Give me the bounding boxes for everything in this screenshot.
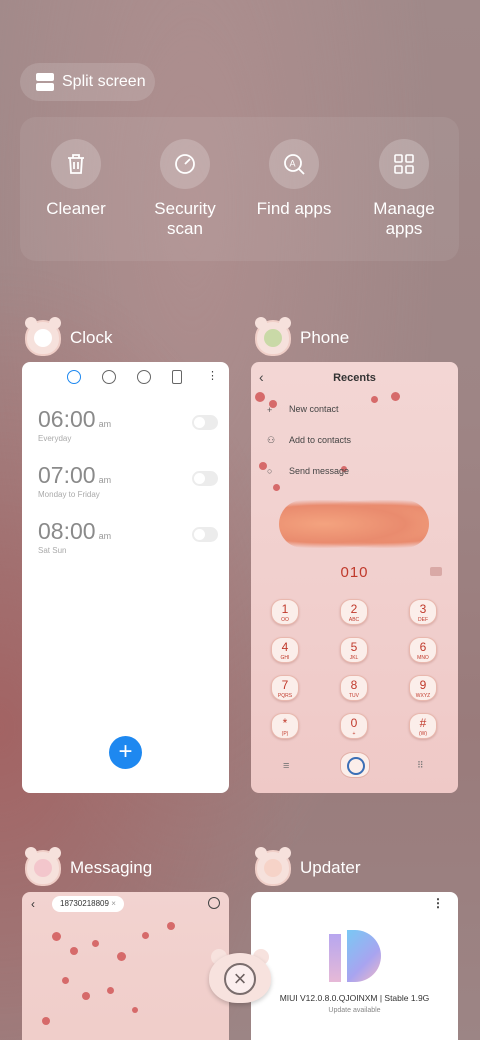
alarm-days: Monday to Friday xyxy=(38,490,100,499)
dial-key[interactable]: * (P) xyxy=(271,713,299,739)
dialpad-icon[interactable]: ⠿ xyxy=(417,760,424,771)
clock-app-name: Clock xyxy=(70,328,113,347)
close-icon: × xyxy=(224,963,256,995)
clock-app-card[interactable]: ⋮ 06:00 am Everyday 07:00 am Monday to Fri… xyxy=(22,362,229,793)
add-to-contacts-action[interactable]: Add to contacts xyxy=(289,435,351,445)
alarm-toggle[interactable] xyxy=(192,415,218,430)
message-icon: ○ xyxy=(267,466,273,476)
more-icon[interactable]: ⋮ xyxy=(207,370,218,384)
bear-banner-image xyxy=(279,500,429,548)
messaging-app-name: Messaging xyxy=(70,858,153,877)
contact-number: 18730218809 xyxy=(60,899,109,908)
search-apps-icon: A xyxy=(269,139,319,189)
alarm-ampm: am xyxy=(98,475,112,485)
find-apps-button[interactable]: A Find apps xyxy=(239,139,349,219)
alarm-toggle[interactable] xyxy=(192,527,218,542)
security-scan-label: Security scan xyxy=(154,199,216,238)
dial-key[interactable]: # (W) xyxy=(409,713,437,739)
dial-key[interactable]: 9 WXYZ xyxy=(409,675,437,701)
world-clock-icon[interactable] xyxy=(102,370,116,384)
manage-apps-label: Manage apps xyxy=(373,199,435,238)
add-person-icon: + xyxy=(267,405,273,415)
more-icon[interactable]: ⋮ xyxy=(432,896,444,910)
find-apps-label: Find apps xyxy=(256,199,332,218)
alarm-icon[interactable] xyxy=(67,370,81,384)
alarm-item[interactable]: 07:00 am Monday to Friday xyxy=(38,462,218,499)
phone-icon xyxy=(255,317,291,356)
alarm-time: 08:00 xyxy=(38,518,96,544)
split-screen-label: Split screen xyxy=(62,73,146,90)
stopwatch-icon[interactable] xyxy=(137,370,151,384)
dial-key[interactable]: 8 TUV xyxy=(340,675,368,701)
phone-title: Recents xyxy=(333,372,376,384)
phone-app-card[interactable]: ‹ Recents + New contact ⚇ Add to contact… xyxy=(251,362,458,793)
shield-scan-icon xyxy=(160,139,210,189)
trash-icon xyxy=(51,139,101,189)
alarm-toggle[interactable] xyxy=(192,471,218,486)
messaging-app-card[interactable]: ‹ 18730218809 × xyxy=(22,892,229,1040)
new-contact-action[interactable]: New contact xyxy=(289,404,339,414)
split-screen-button[interactable]: Split screen xyxy=(20,63,155,101)
messaging-app-header[interactable]: Messaging xyxy=(25,847,153,886)
menu-icon[interactable]: ≡ xyxy=(283,760,289,772)
updater-app-header[interactable]: Updater xyxy=(255,847,361,886)
dial-key[interactable]: 1 OO xyxy=(271,599,299,625)
backspace-icon[interactable] xyxy=(430,567,442,576)
person-icon: ⚇ xyxy=(267,435,276,445)
add-alarm-button[interactable]: + xyxy=(109,736,142,769)
updater-app-card[interactable]: ⋮ MIUI V12.0.8.0.QJOINXM | Stable 1.9G U… xyxy=(251,892,458,1040)
contact-icon[interactable] xyxy=(208,897,220,909)
alarm-ampm: am xyxy=(98,531,112,541)
svg-text:A: A xyxy=(290,159,296,169)
call-button[interactable] xyxy=(340,752,370,778)
alarm-item[interactable]: 06:00 am Everyday xyxy=(38,406,218,443)
miui-12-logo xyxy=(329,930,381,982)
clock-icon xyxy=(25,317,61,356)
split-screen-icon xyxy=(36,73,54,91)
timer-icon[interactable] xyxy=(172,370,182,384)
dial-key[interactable]: 5 JKL xyxy=(340,637,368,663)
alarm-item[interactable]: 08:00 am Sat Sun xyxy=(38,518,218,555)
alarm-time: 06:00 xyxy=(38,406,96,432)
back-icon[interactable]: ‹ xyxy=(31,897,35,911)
messaging-icon xyxy=(25,847,61,886)
dial-key[interactable]: 6 MNO xyxy=(409,637,437,663)
send-message-action[interactable]: Send message xyxy=(289,466,349,476)
updater-icon xyxy=(255,847,291,886)
update-status: Update available xyxy=(328,1007,381,1014)
grid-icon xyxy=(379,139,429,189)
alarm-ampm: am xyxy=(98,419,112,429)
phone-app-header[interactable]: Phone xyxy=(255,317,350,356)
security-scan-button[interactable]: Security scan xyxy=(130,139,240,239)
dial-key[interactable]: 4 GHI xyxy=(271,637,299,663)
cleaner-button[interactable]: Cleaner xyxy=(21,139,131,219)
alarm-days: Everyday xyxy=(38,434,72,443)
dial-key[interactable]: 2 ABC xyxy=(340,599,368,625)
phone-app-name: Phone xyxy=(300,328,350,347)
quick-tools-panel: Cleaner Security scan A Find apps Manage… xyxy=(20,117,459,261)
clock-app-header[interactable]: Clock xyxy=(25,317,113,356)
manage-apps-button[interactable]: Manage apps xyxy=(349,139,459,239)
alarm-days: Sat Sun xyxy=(38,546,67,555)
alarm-time: 07:00 xyxy=(38,462,96,488)
dialed-number: 010 xyxy=(340,564,369,581)
version-text: MIUI V12.0.8.0.QJOINXM | Stable 1.9G xyxy=(279,993,430,1003)
dial-key[interactable]: 0 + xyxy=(340,713,368,739)
clear-all-button[interactable]: × xyxy=(209,947,271,1003)
updater-app-name: Updater xyxy=(300,858,361,877)
contact-chip[interactable]: 18730218809 × xyxy=(52,896,124,912)
cleaner-label: Cleaner xyxy=(46,199,106,218)
chip-close-icon[interactable]: × xyxy=(111,899,116,908)
dial-key[interactable]: 3 DEF xyxy=(409,599,437,625)
clock-tabs: ⋮ xyxy=(62,370,219,386)
dial-key[interactable]: 7 PQRS xyxy=(271,675,299,701)
